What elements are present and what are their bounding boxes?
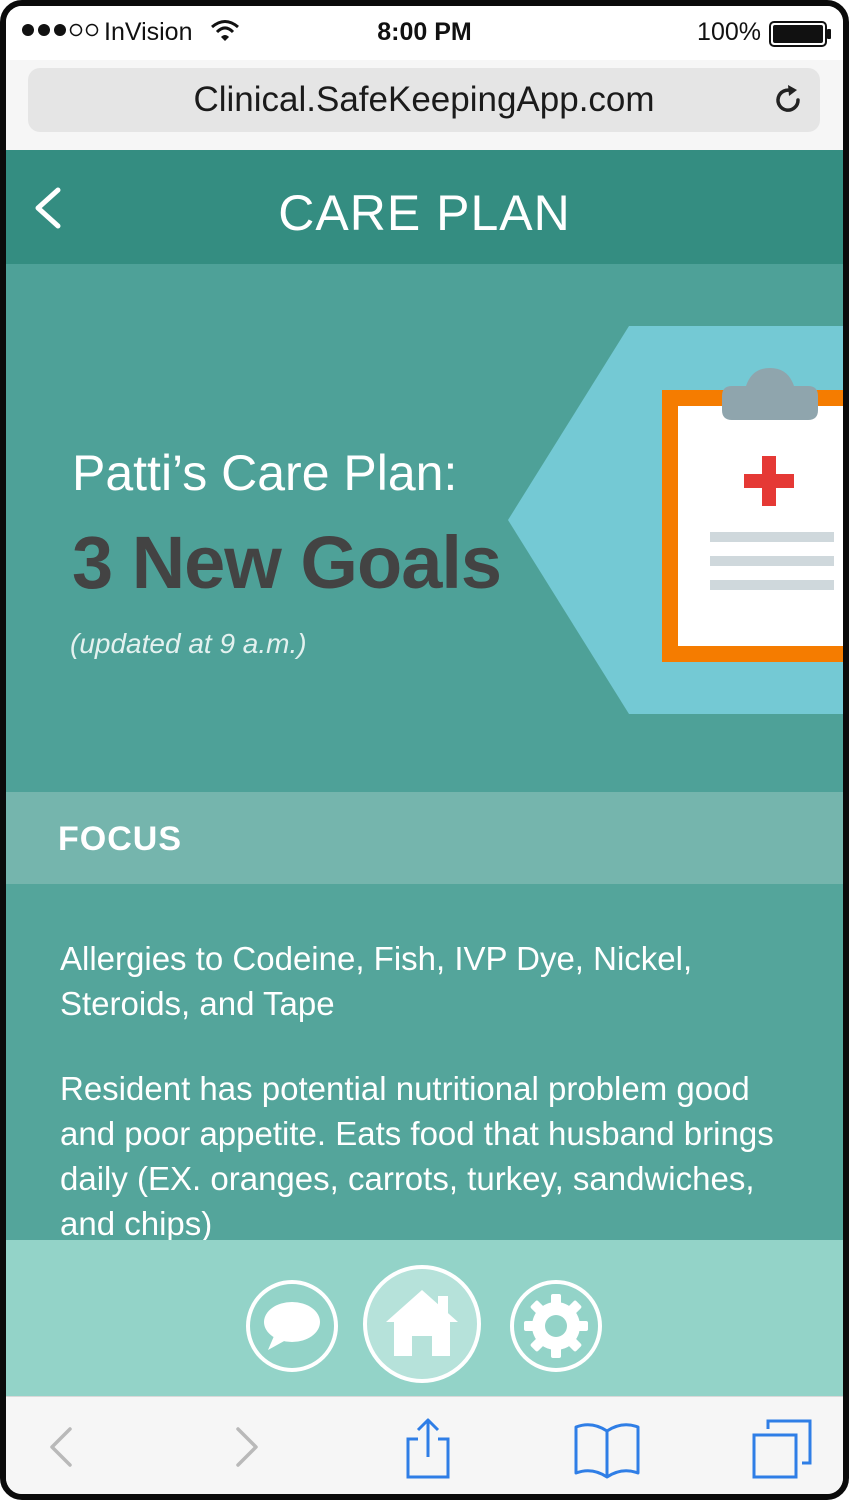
browser-toolbar xyxy=(6,1396,843,1494)
url-text: Clinical.SafeKeepingApp.com xyxy=(193,80,655,119)
browser-forward-icon[interactable] xyxy=(228,1417,268,1477)
page-title: CARE PLAN xyxy=(278,185,571,241)
share-icon[interactable] xyxy=(398,1417,458,1481)
focus-label: FOCUS xyxy=(58,820,182,858)
focus-item-nutrition: Resident has potential nutritional probl… xyxy=(60,1070,774,1240)
browser-address-area: Clinical.SafeKeepingApp.com xyxy=(6,60,843,150)
care-plan-hero: Patti’s Care Plan: 3 New Goals (updated … xyxy=(6,264,843,792)
tabs-icon[interactable] xyxy=(750,1417,814,1481)
home-icon[interactable] xyxy=(362,1264,482,1384)
battery-icon xyxy=(769,21,831,47)
gear-icon[interactable] xyxy=(508,1278,604,1374)
phone-frame: InVision 8:00 PM 100% Clinical.SafeKeepi… xyxy=(0,0,849,1500)
care-plan-subtitle: Patti’s Care Plan: xyxy=(72,445,458,501)
bottom-navigation xyxy=(6,1240,843,1396)
browser-back-icon[interactable] xyxy=(40,1417,80,1477)
bookmarks-icon[interactable] xyxy=(572,1417,642,1481)
address-bar[interactable]: Clinical.SafeKeepingApp.com xyxy=(28,68,820,132)
care-plan-title: 3 New Goals xyxy=(72,521,502,604)
battery-percent: 100% xyxy=(697,18,761,46)
clipboard-icon xyxy=(508,326,843,714)
updated-timestamp: (updated at 9 a.m.) xyxy=(70,628,307,659)
chat-bubble-icon[interactable] xyxy=(244,1278,340,1374)
focus-content: Allergies to Codeine, Fish, IVP Dye, Nic… xyxy=(6,884,843,1240)
focus-section-header: FOCUS xyxy=(6,792,843,884)
reload-icon[interactable] xyxy=(770,82,806,118)
app-header: CARE PLAN xyxy=(6,150,843,264)
status-bar: InVision 8:00 PM 100% xyxy=(6,6,843,60)
focus-item-allergies: Allergies to Codeine, Fish, IVP Dye, Nic… xyxy=(60,940,693,1022)
